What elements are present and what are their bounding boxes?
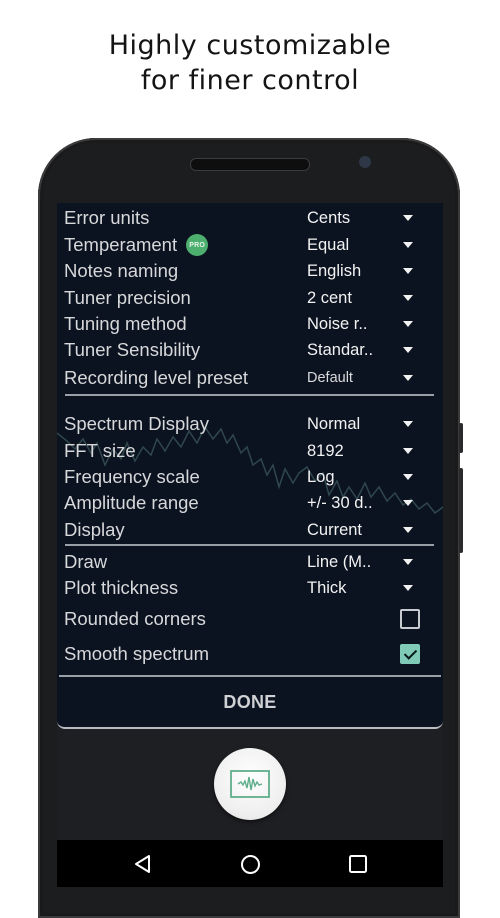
dropdown-arrow-icon	[403, 268, 413, 274]
dropdown-arrow-icon	[403, 295, 413, 301]
setting-label: Tuning method	[64, 313, 187, 334]
setting-rounded-corners[interactable]: Rounded corners	[64, 606, 434, 632]
setting-label: Plot thickness	[64, 577, 179, 598]
setting-tuner-precision[interactable]: Tuner precision 2 cent	[64, 285, 434, 311]
dropdown-arrow-icon	[403, 474, 413, 480]
setting-value: Noise r..	[307, 314, 368, 333]
setting-value: 8192	[307, 441, 344, 460]
setting-label: Frequency scale	[64, 466, 200, 487]
setting-value: English	[307, 261, 362, 280]
dropdown-arrow-icon	[403, 347, 413, 353]
setting-recording-level-preset[interactable]: Recording level preset Default	[64, 365, 434, 391]
setting-label: Tuner precision	[64, 287, 191, 308]
rounded-corners-checkbox[interactable]	[400, 609, 420, 629]
setting-notes-naming[interactable]: Notes naming English	[64, 258, 434, 284]
setting-tuning-method[interactable]: Tuning method Noise r..	[64, 311, 434, 337]
setting-value: Log	[307, 467, 335, 486]
setting-value: Standar..	[307, 340, 374, 359]
setting-tuner-sensibility[interactable]: Tuner Sensibility Standar..	[64, 337, 434, 363]
dropdown-arrow-icon	[403, 421, 413, 427]
setting-value: 2 cent	[307, 288, 352, 307]
section-divider	[65, 394, 434, 396]
spectrum-fab-button[interactable]	[214, 748, 286, 820]
recents-square-icon[interactable]	[348, 854, 368, 874]
setting-label: Spectrum Display	[64, 413, 209, 434]
setting-error-units[interactable]: Error units Cents	[64, 205, 434, 231]
section-divider	[65, 544, 434, 546]
setting-plot-thickness[interactable]: Plot thickness Thick	[64, 575, 434, 601]
dropdown-arrow-icon	[403, 321, 413, 327]
back-triangle-icon[interactable]	[133, 854, 153, 874]
setting-display[interactable]: Display Current	[64, 517, 434, 543]
setting-draw[interactable]: Draw Line (M..	[64, 549, 434, 575]
phone-screen: Error units Cents Temperament PRO Equal N…	[57, 203, 443, 887]
setting-label: Display	[64, 519, 125, 540]
setting-label: Amplitude range	[64, 492, 199, 513]
headline-line-2: for finer control	[140, 65, 360, 96]
setting-label: Smooth spectrum	[64, 643, 209, 664]
setting-spectrum-display[interactable]: Spectrum Display Normal	[64, 411, 434, 437]
dropdown-arrow-icon	[403, 500, 413, 506]
setting-value: +/- 30 d..	[307, 493, 373, 512]
setting-fft-size[interactable]: FFT size 8192	[64, 438, 434, 464]
setting-label: Rounded corners	[64, 608, 206, 629]
setting-smooth-spectrum[interactable]: Smooth spectrum	[64, 641, 434, 667]
dropdown-arrow-icon	[403, 585, 413, 591]
setting-value: Current	[307, 520, 363, 539]
speaker-grille	[190, 158, 310, 171]
pro-badge: PRO	[186, 234, 209, 256]
setting-value: Equal	[307, 235, 350, 254]
dropdown-arrow-icon	[403, 215, 413, 221]
android-nav-bar	[57, 840, 443, 887]
headline: Highly customizable for finer control	[0, 28, 500, 98]
setting-value: Cents	[307, 208, 351, 227]
dropdown-arrow-icon	[403, 527, 413, 533]
power-button	[459, 468, 463, 553]
dropdown-arrow-icon	[403, 559, 413, 565]
setting-value: Thick	[307, 578, 347, 597]
volume-button	[459, 423, 463, 453]
dropdown-arrow-icon	[403, 242, 413, 248]
settings-dialog: Error units Cents Temperament PRO Equal N…	[57, 203, 443, 729]
setting-label: Notes naming	[64, 260, 179, 281]
setting-label: Temperament PRO	[64, 234, 307, 256]
setting-value: Default	[307, 370, 353, 386]
setting-temperament[interactable]: Temperament PRO Equal	[64, 232, 434, 258]
setting-frequency-scale[interactable]: Frequency scale Log	[64, 464, 434, 490]
setting-value: Line (M..	[307, 552, 372, 571]
setting-label: Tuner Sensibility	[64, 339, 201, 360]
setting-label: Recording level preset	[64, 367, 249, 388]
setting-label: FFT size	[64, 440, 136, 461]
front-camera	[359, 156, 371, 168]
dropdown-arrow-icon	[403, 375, 413, 381]
setting-label: Error units	[64, 207, 150, 228]
home-circle-icon[interactable]	[240, 854, 261, 875]
waveform-monitor-icon	[230, 770, 270, 798]
smooth-spectrum-checkbox[interactable]	[400, 644, 420, 664]
headline-line-1: Highly customizable	[108, 30, 392, 61]
setting-amplitude-range[interactable]: Amplitude range +/- 30 d..	[64, 490, 434, 516]
setting-label-text: Temperament	[64, 234, 178, 255]
setting-label: Draw	[64, 551, 108, 572]
done-button[interactable]: DONE	[57, 677, 443, 727]
setting-value: Normal	[307, 414, 361, 433]
dropdown-arrow-icon	[403, 448, 413, 454]
